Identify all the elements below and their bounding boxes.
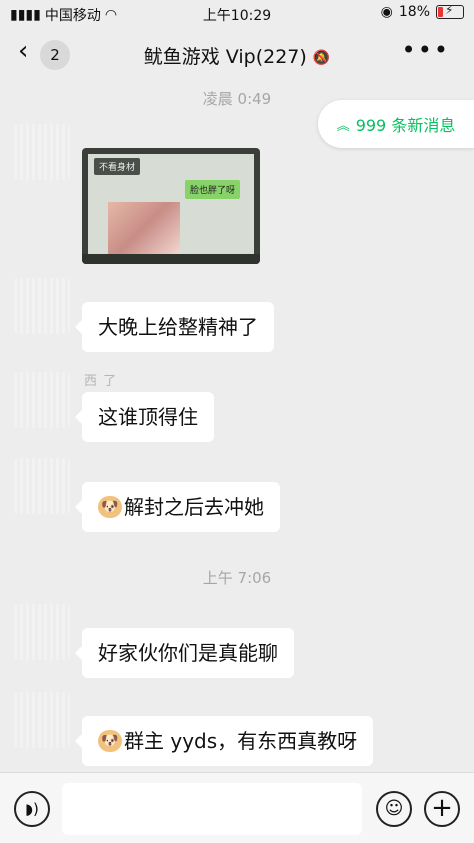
sender-nickname: 西 了 — [84, 374, 118, 389]
message-text: 群主 yyds，有东西真教呀 — [124, 729, 358, 753]
message-bubble[interactable]: 好家伙你们是真能聊 — [75, 628, 294, 678]
image-green-bubble: 脸也胖了呀 — [184, 180, 240, 199]
message-text: 这谁顶得住 — [98, 405, 198, 429]
message-bubble[interactable]: 这谁顶得住 — [75, 392, 214, 442]
message-bubble[interactable]: 大晚上给整精神了 — [75, 302, 274, 352]
avatar[interactable] — [14, 124, 70, 180]
image-content: 不看身材 脸也胖了呀 — [88, 154, 254, 258]
input-toolbar: ◗) ☺ + — [0, 772, 474, 843]
avatar[interactable] — [14, 372, 70, 428]
plus-icon[interactable]: + — [424, 791, 460, 827]
status-bar: ▮▮▮▮ 中国移动 ◠ 上午10:29 ◉ 18% ⚡ — [0, 0, 474, 28]
status-right: ◉ 18% ⚡ — [380, 3, 464, 20]
message-text: 解封之后去冲她 — [124, 495, 264, 519]
new-messages-label: 999 条新消息 — [355, 116, 456, 135]
image-bottom-bar — [82, 254, 260, 264]
new-messages-button[interactable]: ︽ 999 条新消息 — [318, 100, 474, 148]
message-bubble[interactable]: 🐶 群主 yyds，有东西真教呀 — [74, 716, 374, 766]
voice-input-icon[interactable]: ◗) — [14, 791, 50, 827]
mute-bell-icon: 🔕 — [312, 50, 331, 66]
chat-title-text: 鱿鱼游戏 Vip(227) — [143, 46, 307, 68]
avatar[interactable] — [14, 604, 70, 660]
doge-emoji-icon: 🐶 — [98, 495, 122, 518]
emoji-icon[interactable]: ☺ — [376, 791, 412, 827]
avatar[interactable] — [14, 692, 70, 748]
message-text: 好家伙你们是真能聊 — [98, 641, 278, 665]
more-options-icon[interactable]: ••• — [402, 36, 450, 64]
double-chevron-up-icon: ︽ — [336, 118, 350, 134]
message-input[interactable] — [62, 783, 362, 835]
time-separator: 上午 7:06 — [202, 569, 272, 587]
avatar[interactable] — [14, 278, 70, 334]
doge-emoji-icon: 🐶 — [98, 729, 122, 752]
image-tag-label: 不看身材 — [94, 158, 141, 175]
image-message[interactable]: 不看身材 脸也胖了呀 — [82, 148, 260, 264]
battery-percent: 18% — [398, 4, 430, 20]
rotation-lock-icon: ◉ — [380, 4, 393, 20]
message-bubble[interactable]: 🐶 解封之后去冲她 — [75, 482, 280, 532]
avatar[interactable] — [14, 458, 70, 514]
message-text: 大晚上给整精神了 — [98, 315, 258, 339]
battery-icon: ⚡ — [436, 3, 464, 19]
blurred-photo — [108, 202, 180, 254]
chat-header: ‹ 2 鱿鱼游戏 Vip(227) 🔕 ••• — [0, 28, 474, 78]
